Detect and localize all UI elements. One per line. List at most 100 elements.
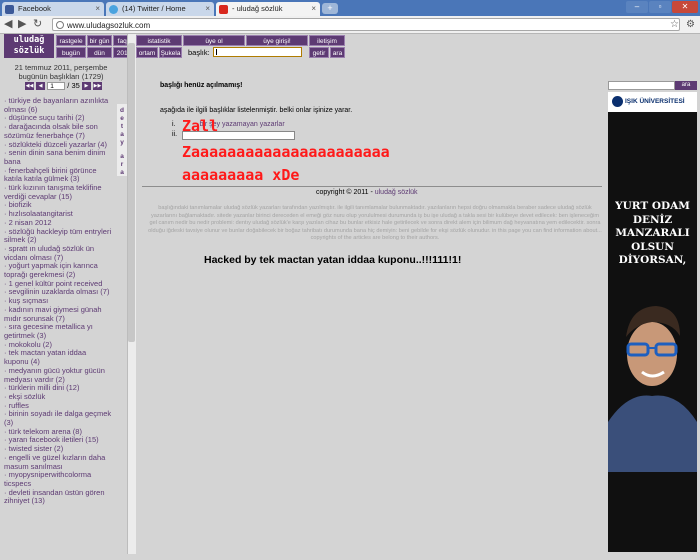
search-button[interactable]: ara [675, 81, 697, 90]
sidebar-topic-label: fenerbahçeli birini görünce katıla katıl… [4, 165, 97, 184]
sidebar-topic-item[interactable]: · fenerbahçeli birini görünce katıla kat… [4, 165, 112, 184]
sidebar-topic-label: türk telekom arena (8) [8, 426, 82, 436]
ad-banner[interactable]: IŞIK ÜNİVERSİTESİ YURT ODAM DENİZ MANZAR… [608, 92, 697, 552]
tab-title: Facebook [18, 4, 51, 13]
sidebar-topic-label: spratt ın uludağ sözlük ün vicdanı olmas… [4, 243, 95, 262]
sidebar-topic-item[interactable]: · sözlüğü hackleyip tüm entryleri silmek… [4, 227, 112, 245]
sidebar-topic-label: darağacında olsak bile son sözümüz fener… [4, 122, 98, 140]
baslik-label: başlık: [188, 48, 210, 57]
address-bar[interactable]: www.uludagsozluk.com [52, 18, 680, 31]
sidebar-date: 21 temmuz 2011, perşembe bugünün başlıkl… [0, 63, 122, 81]
nav-bugun[interactable]: bugün [56, 47, 86, 58]
nav-iletisim[interactable]: iletişim [309, 35, 345, 46]
close-tab-icon[interactable]: × [205, 2, 210, 16]
wrench-icon[interactable]: ⚙ [686, 18, 695, 31]
tab-title: - uludağ sözlük [232, 4, 283, 13]
nav-dun[interactable]: dün [87, 47, 112, 58]
ad-university-name: IŞIK ÜNİVERSİTESİ [625, 98, 685, 105]
page-total: / 35 [67, 81, 80, 90]
sidebar-scrollbar-thumb[interactable] [128, 43, 135, 342]
university-logo-icon [612, 96, 623, 107]
detay-label: d e t a y [120, 107, 124, 146]
copyright: copyright © 2011 - uludağ sözlük [316, 189, 418, 196]
ara-button[interactable]: ara [330, 47, 345, 58]
tab-twitter[interactable]: (14) Twitter / Home × [106, 2, 214, 16]
back-icon[interactable]: ◀ [4, 18, 12, 31]
injected-input[interactable] [182, 131, 295, 140]
item-number: ii. [172, 131, 178, 138]
next-page-icon[interactable]: ▶ [81, 82, 91, 91]
page-title: başlığı henüz açılmamış! [160, 82, 243, 89]
sidebar-topic-item[interactable]: · türk kızının tanışma teklifine verdiği… [4, 183, 112, 201]
sidebar-topic-label: myopysniperwithcolorma ticspecs [4, 470, 92, 488]
sidebar-topic-label: türklerin milli dini (12) [8, 383, 80, 393]
forward-icon[interactable]: ▶ [18, 18, 26, 31]
last-page-icon[interactable]: ▶▶ [92, 82, 102, 91]
hacked-banner: Hacked by tek mactan yatan iddaa kuponu.… [204, 254, 462, 266]
sidebar-topic-item[interactable]: · senin dinin sana benim dinim bana [4, 148, 112, 166]
date-line: 21 temmuz 2011, perşembe [14, 63, 108, 72]
sidebar-topic-item[interactable]: · kadının mavi giymesi günah mıdır sorun… [4, 305, 112, 323]
sidebar-topic-label: medyanın gücü yoktur gücün medyası vardı… [4, 365, 105, 384]
facebook-icon [5, 5, 14, 14]
sidebar-topic-item[interactable]: · myopysniperwithcolorma ticspecs [4, 470, 112, 488]
sidebar-topic-label: birinin soyadı ile dalga geçmek (3) [4, 409, 112, 428]
close-tab-icon[interactable]: × [311, 2, 316, 16]
sidebar-topic-item[interactable]: · tek mactan yatan iddaa kuponu (4) [4, 349, 112, 366]
sidebar-topic-item[interactable]: · spratt ın uludağ sözlük ün vicdanı olm… [4, 243, 112, 262]
browser-toolbar: ◀ ▶ ↻ www.uludagsozluk.com ☆ ⚙ [0, 16, 700, 34]
nav-istatistik[interactable]: istatistik [136, 35, 182, 46]
close-tab-icon[interactable]: × [95, 2, 100, 16]
tab-title: (14) Twitter / Home [122, 4, 186, 13]
nav-rastgele[interactable]: rastgele [56, 35, 86, 46]
copyright-link[interactable]: uludağ sözlük [375, 189, 418, 196]
ad-slogan-line: DİYORSAN, [618, 254, 687, 266]
sidebar-topic-label: düşünce suçu tarihi (2) [8, 113, 85, 123]
sidebar-topic-item[interactable]: · darağacında olsak bile son sözümüz fen… [4, 122, 112, 140]
sidebar-topic-item[interactable]: · engelli ve güzel kızların daha masum s… [4, 453, 112, 471]
sidebar-topic-label: kuş sıçması [8, 296, 49, 306]
nav-uye-ol[interactable]: üye ol [183, 35, 245, 46]
sidebar-topic-label: türkiye de bayanların azınlıkta olması (… [4, 96, 109, 114]
tab-uludag[interactable]: - uludağ sözlük × [216, 2, 320, 16]
sidebar-topic-label: mokokolu (2) [8, 339, 52, 349]
ad-slogan-line: MANZARALI [615, 227, 690, 239]
globe-icon [56, 21, 64, 29]
sidebar-topic-item[interactable]: · devleti insandan üstün gören zihniyet … [4, 488, 112, 506]
sidebar-topic-item[interactable]: · yoğurt yapmak için karınca toprağı ger… [4, 262, 112, 279]
twitter-icon [109, 5, 118, 14]
ad-person-image [608, 306, 697, 472]
detay-ara-tab[interactable]: d e t a y a r a [117, 104, 127, 176]
close-window-button[interactable]: ✕ [672, 1, 698, 13]
ad-slogan-line: DENİZ [632, 213, 673, 226]
nav-ortam[interactable]: ortam [136, 47, 158, 58]
topic-list: · türkiye de bayanların azınlıkta olması… [4, 96, 112, 506]
sidebar-topic-item[interactable]: · medyanın gücü yoktur gücün medyası var… [4, 365, 112, 384]
sidebar-topic-item[interactable]: · birinin soyadı ile dalga geçmek (3) [4, 409, 112, 428]
sidebar-topic-item[interactable]: · sıra gecesine metallica yı getirtmek (… [4, 322, 112, 340]
prev-page-icon[interactable]: ◀ [36, 82, 46, 91]
sidebar-topic-label: senin dinin sana benim dinim bana [4, 148, 106, 166]
tab-facebook[interactable]: Facebook × [2, 2, 104, 16]
ara-label: a r a [120, 153, 124, 176]
minimize-window-button[interactable]: – [626, 1, 648, 13]
maximize-window-button[interactable]: ▫ [649, 1, 671, 13]
sidebar-topic-label: 1 genel kültür point received [8, 278, 103, 288]
first-page-icon[interactable]: ◀◀ [25, 82, 34, 91]
copyright-prefix: copyright © 2011 - [316, 189, 375, 196]
sidebar-topic-label: tek mactan yatan iddaa kuponu (4) [4, 348, 87, 367]
getir-button[interactable]: getir [309, 47, 329, 58]
reload-icon[interactable]: ↻ [33, 18, 42, 31]
page-select[interactable]: 1 [47, 82, 66, 91]
nav-uye-girisi[interactable]: üye girişi! [246, 35, 308, 46]
star-icon[interactable]: ☆ [670, 18, 679, 31]
search-input[interactable] [608, 81, 675, 90]
site-logo[interactable]: uludağ sözlük [4, 34, 54, 58]
ad-slogan: YURT ODAM DENİZ MANZARALI OLSUN DİYORSAN… [608, 200, 697, 268]
nav-sukela[interactable]: Şukela [159, 47, 182, 58]
sidebar-topic-label: türk kızının tanışma teklifine verdiği c… [4, 183, 102, 201]
sidebar-topic-item[interactable]: · türkiye de bayanların azınlıkta olması… [4, 96, 112, 114]
baslik-input[interactable] [213, 47, 302, 57]
nav-bir-gun[interactable]: bir gün [87, 35, 112, 46]
new-tab-button[interactable]: + [322, 3, 338, 14]
